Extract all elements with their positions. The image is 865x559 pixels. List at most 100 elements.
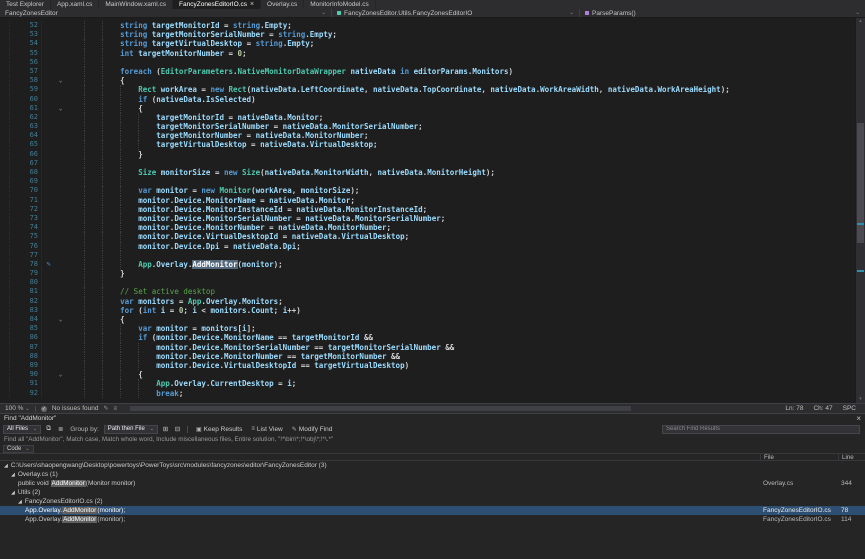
breakpoint-margin[interactable] [0,131,10,140]
code-text[interactable]: { [66,315,855,324]
code-text[interactable]: var monitors = App.Overlay.Monitors; [66,297,855,306]
code-line[interactable]: 65targetVirtualDesktop = nativeData.Virt… [0,140,855,149]
code-line[interactable]: 55int targetMonitorNumber = 0; [0,49,855,58]
breakpoint-margin[interactable] [0,242,10,251]
code-line[interactable]: 58⌄{ [0,76,855,85]
code-line[interactable]: 76monitor.Device.Dpi = nativeData.Dpi; [0,242,855,251]
close-icon[interactable]: × [250,1,254,8]
code-text[interactable]: foreach (EditorParameters.NativeMonitorD… [66,67,855,76]
edit-pencil-icon[interactable]: ✎ [103,405,108,412]
code-line[interactable]: 60if (nativeData.IsSelected) [0,95,855,104]
code-text[interactable]: monitor.Device.MonitorNumber = nativeDat… [66,223,855,232]
code-text[interactable]: { [66,76,855,85]
code-text[interactable]: monitor.Device.MonitorNumber == targetMo… [66,352,855,361]
breakpoint-margin[interactable] [0,324,10,333]
code-text[interactable]: string targetVirtualDesktop = string.Emp… [66,39,855,48]
breakpoint-margin[interactable] [0,352,10,361]
code-line[interactable]: 87monitor.Device.MonitorSerialNumber == … [0,343,855,352]
code-text[interactable]: monitor.Device.Dpi = nativeData.Dpi; [66,242,855,251]
fold-collapse-icon[interactable]: ⌄ [55,104,66,113]
code-line[interactable]: 86if (monitor.Device.MonitorName == targ… [0,333,855,342]
code-line[interactable]: 78✎App.Overlay.AddMonitor(monitor); [0,260,855,269]
health-check-icon[interactable]: ✓ [41,406,47,412]
breakpoint-margin[interactable] [0,214,10,223]
breakpoint-margin[interactable] [0,361,10,370]
code-line[interactable]: 75monitor.Device.VirtualDesktopId = nati… [0,232,855,241]
code-line[interactable]: 90⌄{ [0,370,855,379]
breakpoint-margin[interactable] [0,333,10,342]
code-line[interactable]: 71monitor.Device.MonitorName = nativeDat… [0,196,855,205]
code-line[interactable]: 88monitor.Device.MonitorNumber == target… [0,352,855,361]
breakpoint-margin[interactable] [0,49,10,58]
breakpoint-margin[interactable] [0,21,10,30]
keep-results-toggle[interactable]: ▣ Keep Results [193,425,245,434]
code-text[interactable]: monitor.Device.MonitorName = nativeData.… [66,196,855,205]
code-editor[interactable]: 52string targetMonitorId = string.Empty;… [0,18,865,403]
breakpoint-margin[interactable] [0,67,10,76]
breakpoint-margin[interactable] [0,30,10,39]
code-text[interactable]: monitor.Device.VirtualDesktopId == targe… [66,361,855,370]
tab-app-xaml-cs[interactable]: App.xaml.cs [51,0,99,9]
search-find-results-input[interactable] [662,425,860,434]
code-text[interactable]: monitor.Device.VirtualDesktopId = native… [66,232,855,241]
fold-collapse-icon[interactable]: ⌄ [55,370,66,379]
horizontal-scrollbar[interactable] [130,406,772,411]
breakpoint-margin[interactable] [0,343,10,352]
breakpoint-margin[interactable] [0,104,10,113]
find-result-group-row[interactable]: ◢C:\Users\shaopengwang\Desktop\powertoys… [0,461,865,470]
breakpoint-margin[interactable] [0,95,10,104]
code-text[interactable]: Rect workArea = new Rect(nativeData.Left… [66,85,855,94]
code-line[interactable]: 74monitor.Device.MonitorNumber = nativeD… [0,223,855,232]
scrollbar-thumb[interactable] [857,123,864,243]
find-result-group-row[interactable]: ◢FancyZonesEditorIO.cs (2) [0,497,865,506]
breakpoint-margin[interactable] [0,122,10,131]
group-by-dropdown[interactable]: Path then File ⌄ [104,425,158,434]
vertical-scrollbar[interactable]: ▴ ▾ [855,18,865,403]
tab-test-explorer[interactable]: Test Explorer [0,0,51,9]
member-dropdown[interactable]: ParseParams() ⌄ [580,9,865,17]
find-result-group-row[interactable]: ◢Overlay.cs (1) [0,470,865,479]
column-header-file[interactable]: File [760,454,838,460]
code-text[interactable] [66,177,855,186]
code-text[interactable] [66,251,855,260]
breakpoint-margin[interactable] [0,269,10,278]
code-text[interactable]: var monitor = new Monitor(workArea, moni… [66,186,855,195]
code-text[interactable]: App.Overlay.AddMonitor(monitor); [66,260,855,269]
breakpoint-margin[interactable] [0,150,10,159]
breakpoint-margin[interactable] [0,315,10,324]
breakpoint-margin[interactable] [0,223,10,232]
code-text[interactable]: break; [66,389,855,398]
code-text[interactable]: monitor.Device.MonitorSerialNumber = nat… [66,214,855,223]
code-line[interactable]: 83for (int i = 0; i < monitors.Count; i+… [0,306,855,315]
breakpoint-margin[interactable] [0,39,10,48]
close-icon[interactable]: × [856,414,861,423]
scope-dropdown[interactable]: All Files ⌄ [3,425,41,434]
fold-collapse-icon[interactable]: ⌄ [55,76,66,85]
column-header-line[interactable]: Line [838,454,865,460]
breakpoint-margin[interactable] [0,76,10,85]
breakpoint-margin[interactable] [0,140,10,149]
expand-all-icon[interactable]: ⊞ [161,425,170,434]
code-line[interactable]: 56 [0,58,855,67]
code-line[interactable]: 68Size monitorSize = new Size(nativeData… [0,168,855,177]
content-type-filter[interactable]: Code ⌄ [3,445,34,453]
breakpoint-margin[interactable] [0,205,10,214]
type-dropdown[interactable]: FancyZonesEditor.Utils.FancyZonesEditorI… [332,9,580,17]
breakpoint-margin[interactable] [0,389,10,398]
code-text[interactable]: Size monitorSize = new Size(nativeData.M… [66,168,855,177]
code-text[interactable]: targetVirtualDesktop = nativeData.Virtua… [66,140,855,149]
breakpoint-margin[interactable] [0,278,10,287]
code-line[interactable]: 80 [0,278,855,287]
code-text[interactable] [66,159,855,168]
code-line[interactable]: 72monitor.Device.MonitorInstanceId = nat… [0,205,855,214]
code-line[interactable]: 57foreach (EditorParameters.NativeMonito… [0,67,855,76]
code-line[interactable]: 63targetMonitorSerialNumber = nativeData… [0,122,855,131]
breakpoint-margin[interactable] [0,113,10,122]
scrollbar-thumb[interactable] [130,406,631,411]
expanded-triangle-icon[interactable]: ◢ [18,499,22,505]
code-line[interactable]: 66} [0,150,855,159]
edit-pencil-icon[interactable]: ✎ [42,260,55,269]
code-text[interactable]: int targetMonitorNumber = 0; [66,49,855,58]
code-text[interactable]: monitor.Device.MonitorSerialNumber == ta… [66,343,855,352]
code-text[interactable]: { [66,104,855,113]
